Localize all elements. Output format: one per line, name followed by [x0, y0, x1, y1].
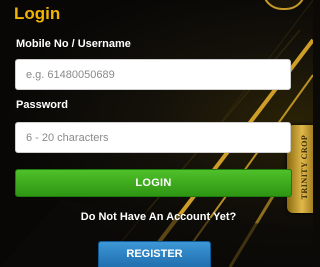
username-input[interactable]	[15, 59, 291, 90]
register-button[interactable]: REGISTER	[98, 241, 211, 267]
username-label: Mobile No / Username	[16, 38, 131, 50]
page-title: Login	[14, 4, 61, 23]
login-button[interactable]: LOGIN	[15, 169, 292, 197]
password-input[interactable]	[15, 122, 291, 153]
badge-label: TRINITY CROP	[300, 134, 309, 200]
password-label: Password	[16, 99, 68, 111]
no-account-text: Do Not Have An Account Yet?	[80, 211, 237, 223]
login-panel: TRINITY CROP Login Mobile No / Username …	[0, 0, 313, 267]
